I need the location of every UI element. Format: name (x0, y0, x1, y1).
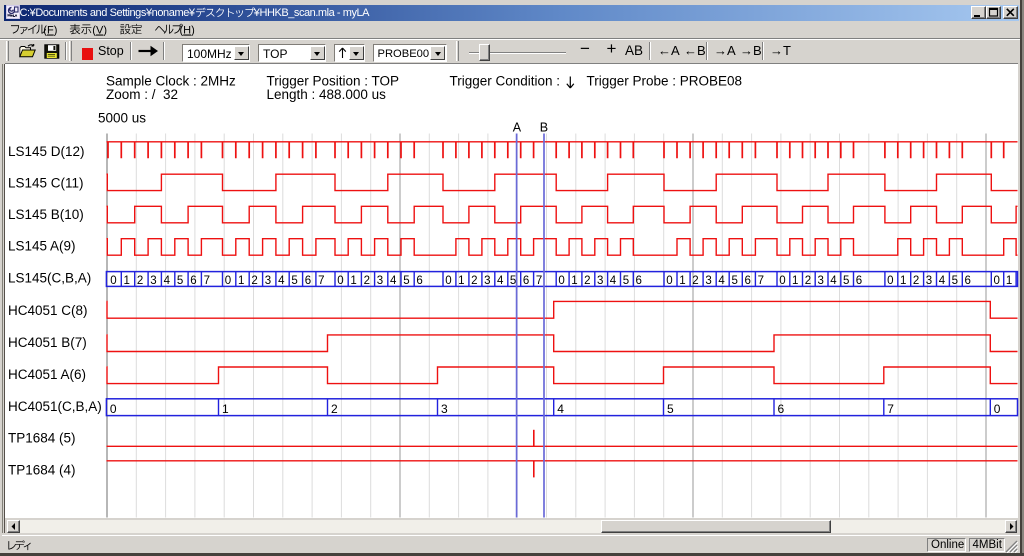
svg-text:HC4051(C,B,A): HC4051(C,B,A) (8, 399, 102, 414)
svg-text:TP1684 (5): TP1684 (5) (8, 431, 76, 446)
svg-text:3: 3 (926, 275, 932, 287)
svg-text:7: 7 (536, 275, 542, 287)
svg-text:7: 7 (887, 402, 894, 416)
svg-text:3: 3 (597, 275, 603, 287)
svg-text:4: 4 (718, 275, 725, 287)
svg-text:1: 1 (222, 402, 229, 416)
svg-text:TP1684 (4): TP1684 (4) (8, 463, 76, 478)
svg-text:3: 3 (484, 275, 490, 287)
svg-text:4: 4 (278, 275, 285, 287)
svg-text:(F): (F) (43, 25, 57, 37)
svg-text:(V): (V) (92, 25, 107, 37)
svg-text:6: 6 (778, 402, 785, 416)
svg-text:3: 3 (150, 275, 156, 287)
svg-text:LS145 D(12): LS145 D(12) (8, 144, 85, 159)
svg-text:5: 5 (667, 402, 674, 416)
svg-text:1: 1 (238, 275, 244, 287)
svg-text:0: 0 (110, 402, 117, 416)
svg-text:6: 6 (416, 275, 422, 287)
svg-text:3: 3 (705, 275, 711, 287)
svg-text:2: 2 (137, 275, 143, 287)
svg-text:7: 7 (204, 275, 210, 287)
svg-text:B: B (540, 121, 548, 135)
svg-text:5: 5 (291, 275, 297, 287)
svg-text:5: 5 (732, 275, 738, 287)
svg-text:1: 1 (458, 275, 464, 287)
svg-text:5: 5 (177, 275, 183, 287)
svg-text:5: 5 (952, 275, 958, 287)
svg-text:LS145 B(10): LS145 B(10) (8, 207, 84, 222)
svg-text:Trigger Probe : PROBE08: Trigger Probe : PROBE08 (587, 74, 743, 89)
svg-text:2: 2 (331, 402, 338, 416)
svg-text:LS145(C,B,A): LS145(C,B,A) (8, 271, 91, 286)
svg-text:2: 2 (913, 275, 919, 287)
svg-text:4: 4 (497, 275, 504, 287)
svg-text:A: A (513, 121, 522, 135)
svg-text:HC4051 B(7): HC4051 B(7) (8, 335, 87, 350)
svg-text:2: 2 (805, 275, 811, 287)
svg-text:7: 7 (318, 275, 324, 287)
svg-text:6: 6 (305, 275, 311, 287)
svg-text:Trigger Condition :: Trigger Condition : (450, 74, 561, 89)
svg-text:1: 1 (124, 275, 130, 287)
svg-text:0: 0 (337, 275, 343, 287)
svg-text:4: 4 (610, 275, 617, 287)
svg-text:0: 0 (445, 275, 451, 287)
svg-text:0: 0 (887, 275, 893, 287)
svg-text:3: 3 (265, 275, 271, 287)
svg-text:5: 5 (843, 275, 849, 287)
svg-text:Zoom : / 32: Zoom : / 32 (106, 87, 178, 102)
svg-text:1: 1 (350, 275, 356, 287)
svg-text:6: 6 (636, 275, 642, 287)
svg-text:5: 5 (623, 275, 629, 287)
svg-text:0: 0 (779, 275, 785, 287)
svg-text:3: 3 (441, 402, 448, 416)
svg-text:1: 1 (792, 275, 798, 287)
svg-text:4: 4 (164, 275, 171, 287)
svg-text:LS145 A(9): LS145 A(9) (8, 239, 76, 254)
svg-text:2: 2 (251, 275, 257, 287)
svg-text:6: 6 (745, 275, 751, 287)
svg-text:4: 4 (390, 275, 397, 287)
svg-text:6: 6 (856, 275, 862, 287)
svg-text:0: 0 (994, 275, 1000, 287)
svg-text:0: 0 (225, 275, 231, 287)
svg-text:0: 0 (994, 402, 1001, 416)
svg-text:0: 0 (558, 275, 564, 287)
svg-text:3: 3 (377, 275, 383, 287)
svg-text:2: 2 (471, 275, 477, 287)
svg-text:2: 2 (364, 275, 370, 287)
svg-text:3: 3 (818, 275, 824, 287)
svg-text:5: 5 (510, 275, 516, 287)
svg-text:5: 5 (403, 275, 409, 287)
svg-text:HC4051 A(6): HC4051 A(6) (8, 367, 86, 382)
svg-text:6: 6 (965, 275, 971, 287)
svg-text:1: 1 (571, 275, 577, 287)
svg-text:6: 6 (190, 275, 196, 287)
svg-text:HC4051 C(8): HC4051 C(8) (8, 303, 88, 318)
svg-text:7: 7 (758, 275, 764, 287)
svg-text:1: 1 (679, 275, 685, 287)
svg-text:1: 1 (1006, 275, 1012, 287)
svg-text:1: 1 (900, 275, 906, 287)
svg-text:LS145 C(11): LS145 C(11) (8, 176, 84, 191)
svg-text:4: 4 (557, 402, 564, 416)
svg-text:2: 2 (584, 275, 590, 287)
svg-text:4: 4 (830, 275, 837, 287)
svg-text:6: 6 (523, 275, 529, 287)
svg-text:5000 us: 5000 us (98, 111, 146, 126)
svg-text:0: 0 (110, 275, 116, 287)
svg-text:0: 0 (666, 275, 672, 287)
svg-text:2: 2 (692, 275, 698, 287)
svg-text:4: 4 (939, 275, 946, 287)
svg-text:(H): (H) (180, 25, 195, 37)
svg-text:Length : 488.000 us: Length : 488.000 us (267, 87, 387, 102)
